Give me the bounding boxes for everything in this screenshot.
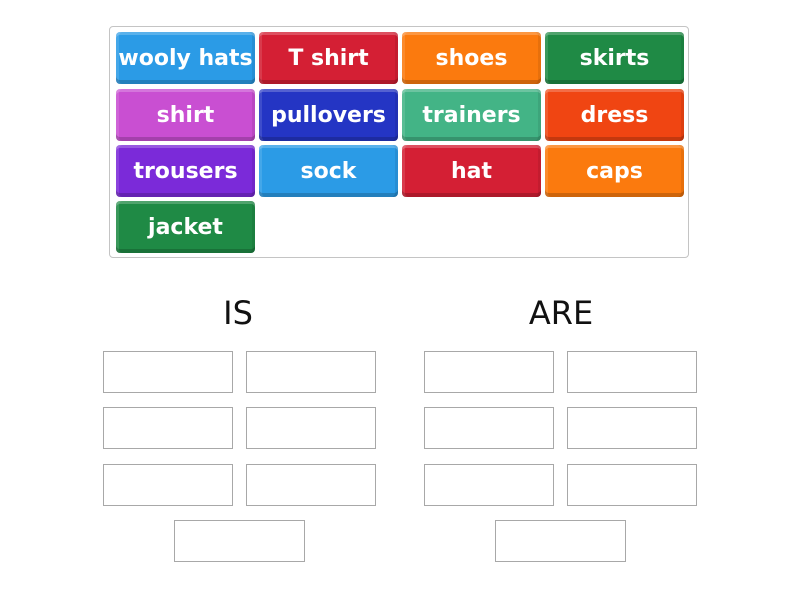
word-tile-label: skirts: [579, 45, 650, 71]
word-tile-label: wooly hats: [118, 45, 253, 71]
word-bank: wooly hats T shirt shoes skirts shirt pullove…: [109, 26, 689, 258]
drop-slot-is[interactable]: [103, 464, 233, 506]
word-tile[interactable]: pullovers: [259, 89, 398, 141]
word-tile-label: T shirt: [288, 45, 369, 71]
word-tile[interactable]: hat: [402, 145, 541, 197]
word-tile-label: jacket: [148, 214, 223, 240]
drop-slot-are[interactable]: [424, 351, 554, 393]
drop-slot-are[interactable]: [495, 520, 626, 562]
word-tile[interactable]: skirts: [545, 32, 684, 84]
drop-slot-is[interactable]: [246, 464, 376, 506]
word-tile[interactable]: trainers: [402, 89, 541, 141]
drop-slot-is[interactable]: [103, 351, 233, 393]
word-tile-label: shoes: [435, 45, 508, 71]
drop-slot-are[interactable]: [567, 464, 697, 506]
drop-slot-is[interactable]: [174, 520, 305, 562]
word-tile-label: pullovers: [271, 102, 386, 128]
group-heading-is: IS: [223, 294, 253, 332]
word-tile-label: dress: [580, 102, 649, 128]
drop-slot-is[interactable]: [246, 351, 376, 393]
word-tile-label: trainers: [422, 102, 521, 128]
word-tile-label: shirt: [156, 102, 215, 128]
group-heading-are: ARE: [528, 294, 594, 332]
word-tile[interactable]: wooly hats: [116, 32, 255, 84]
word-tile[interactable]: shirt: [116, 89, 255, 141]
word-tile-label: caps: [586, 158, 643, 184]
drop-slot-is[interactable]: [246, 407, 376, 449]
word-tile[interactable]: T shirt: [259, 32, 398, 84]
drop-slot-are[interactable]: [567, 351, 697, 393]
word-tile[interactable]: sock: [259, 145, 398, 197]
word-tile[interactable]: trousers: [116, 145, 255, 197]
word-tile-label: trousers: [133, 158, 238, 184]
drop-slot-are[interactable]: [424, 464, 554, 506]
word-tile[interactable]: shoes: [402, 32, 541, 84]
drop-slot-are[interactable]: [567, 407, 697, 449]
word-tile-label: hat: [450, 158, 493, 184]
drop-slot-are[interactable]: [424, 407, 554, 449]
word-tile-label: sock: [300, 158, 357, 184]
word-tile[interactable]: caps: [545, 145, 684, 197]
drop-slot-is[interactable]: [103, 407, 233, 449]
word-tile[interactable]: dress: [545, 89, 684, 141]
word-tile[interactable]: jacket: [116, 201, 255, 253]
